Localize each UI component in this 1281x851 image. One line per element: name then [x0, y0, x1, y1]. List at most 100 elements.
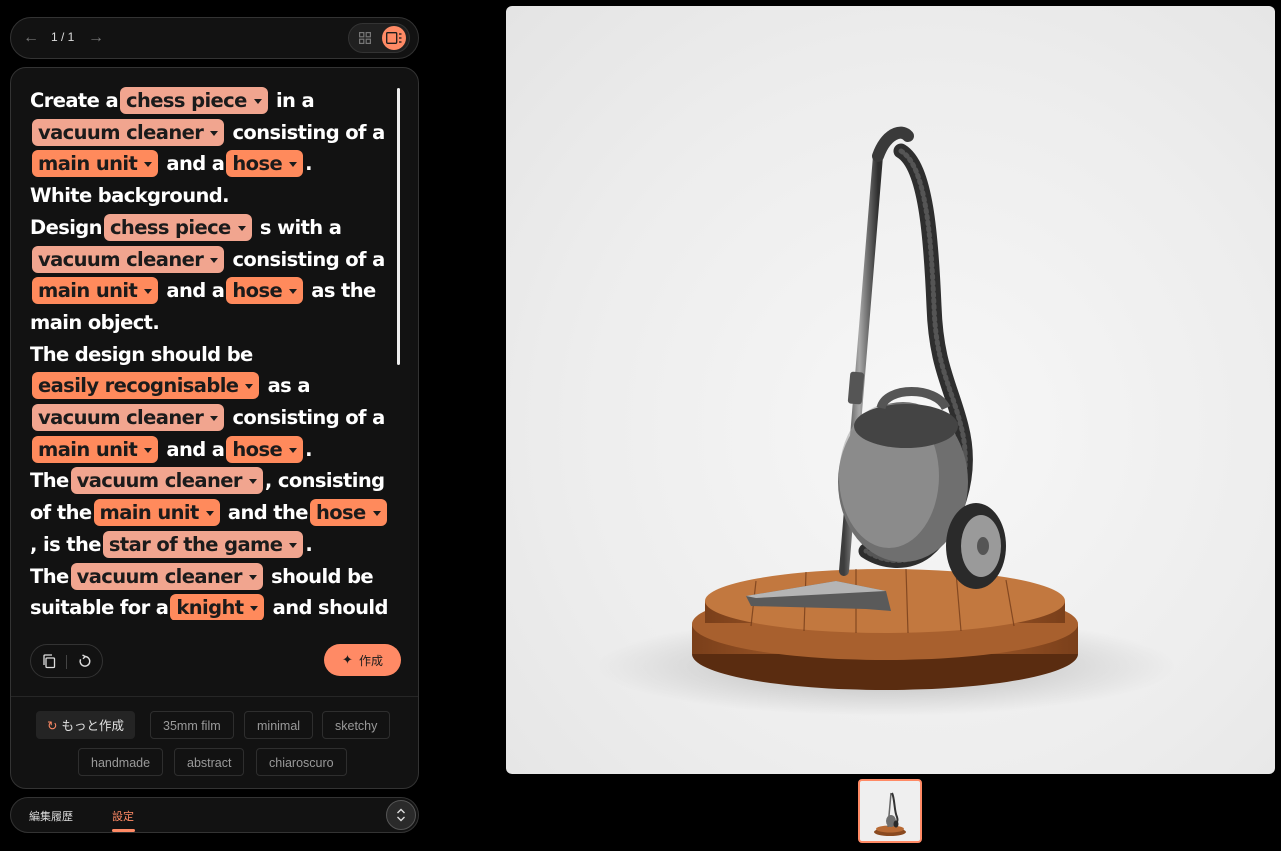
page-counter: 1 / 1 [51, 30, 75, 44]
caret-down-icon [289, 542, 298, 548]
divider [11, 696, 418, 697]
generated-image[interactable] [506, 6, 1275, 774]
caret-down-icon [210, 257, 219, 263]
prompt-text-segment: The [30, 469, 69, 493]
chip-dropdown[interactable]: chess piece [103, 213, 252, 241]
prompt-text-segment: and a [166, 279, 225, 303]
active-tab-indicator [112, 829, 135, 832]
chip-dropdown[interactable]: main unit [32, 150, 159, 178]
prompt-text-segment: . [305, 532, 313, 556]
chip-dropdown[interactable]: knight [170, 594, 265, 620]
caret-down-icon [253, 99, 262, 104]
refresh-icon: ↻ [47, 719, 58, 733]
chip-dropdown[interactable]: main unit [32, 277, 159, 305]
caret-down-icon [144, 289, 153, 295]
prompt-text-segment: White background. [30, 184, 230, 208]
caret-down-icon [245, 384, 254, 390]
prompt-tools [30, 644, 103, 678]
single-view-icon[interactable] [382, 26, 406, 50]
bottom-tab-bar: 編集履歴 設定 [10, 797, 419, 833]
chip-dropdown[interactable]: chess piece [120, 87, 268, 114]
caret-down-icon [289, 162, 298, 168]
view-toggle [348, 23, 410, 53]
prompt-scrollbar[interactable] [397, 88, 400, 365]
copy-icon[interactable] [40, 652, 58, 670]
chip-label: main unit [38, 152, 138, 176]
chip-label: main unit [38, 437, 138, 461]
chip-label: vacuum cleaner [76, 564, 243, 588]
chip-label: hose [232, 152, 283, 176]
prompt-text: Create a chess piece in a vacuum cleaner … [30, 85, 390, 620]
chip-label: hose [232, 279, 283, 303]
expand-collapse-icon[interactable] [386, 800, 416, 830]
prompt-text-segment: s with a [259, 215, 342, 239]
prompt-editor[interactable]: Create a chess piece in a vacuum cleaner … [30, 85, 390, 620]
tab-settings[interactable]: 設定 [112, 808, 134, 824]
chip-dropdown[interactable]: hose [226, 435, 304, 463]
create-button[interactable]: ✦ 作成 [324, 644, 401, 676]
image-thumbnail[interactable] [858, 779, 922, 843]
chip-dropdown[interactable]: hose [226, 150, 304, 178]
chip-label: easily recognisable [38, 374, 239, 398]
grid-view-icon[interactable] [353, 26, 377, 50]
caret-down-icon [237, 225, 246, 231]
prompt-text-segment: and a [166, 437, 225, 461]
chip-dropdown[interactable]: vacuum cleaner [32, 118, 225, 146]
create-button-label: 作成 [358, 653, 383, 668]
caret-down-icon [205, 511, 214, 517]
caret-down-icon [289, 447, 298, 453]
chip-label: vacuum cleaner [38, 406, 204, 430]
caret-down-icon [250, 606, 259, 612]
caret-down-icon [144, 447, 153, 453]
tab-history[interactable]: 編集履歴 [29, 808, 73, 824]
chip-dropdown[interactable]: vacuum cleaner [32, 404, 225, 432]
chip-label: chess piece [109, 215, 231, 239]
chip-dropdown[interactable]: vacuum cleaner [70, 467, 263, 495]
style-chip-sketchy[interactable]: sketchy [322, 711, 391, 739]
chip-dropdown[interactable]: hose [226, 277, 304, 305]
chip-dropdown[interactable]: vacuum cleaner [32, 245, 225, 273]
arrow-left-icon[interactable]: ← [21, 28, 41, 48]
chip-dropdown[interactable]: vacuum cleaner [70, 562, 263, 590]
chip-label: star of the game [108, 532, 283, 556]
caret-down-icon [372, 511, 381, 517]
prompt-text-segment: and should [272, 596, 389, 620]
prompt-text-segment: in a [275, 89, 315, 112]
chip-dropdown[interactable]: hose [309, 499, 387, 527]
caret-down-icon [248, 479, 257, 485]
prompt-text-segment: consisting of a [232, 120, 385, 144]
prompt-text-segment: . [305, 152, 312, 176]
caret-down-icon [210, 130, 219, 136]
prompt-text-segment: and the [227, 501, 309, 525]
chip-label: chess piece [126, 89, 247, 112]
more-create-button[interactable]: ↻ もっと作成 [36, 711, 135, 739]
sparkle-icon: ✦ [342, 652, 353, 667]
chip-label: hose [315, 501, 366, 525]
chip-label: vacuum cleaner [76, 469, 243, 493]
prompt-panel: Create a chess piece in a vacuum cleaner … [10, 67, 419, 789]
prompt-text-segment: and a [166, 152, 225, 176]
prompt-text-segment: Create a [30, 89, 119, 112]
style-chip-chiaroscuro[interactable]: chiaroscuro [256, 748, 347, 776]
reset-icon[interactable] [76, 652, 94, 670]
style-chip-minimal[interactable]: minimal [244, 711, 314, 739]
arrow-right-icon[interactable]: → [86, 28, 106, 48]
prompt-text-segment: The [30, 564, 69, 588]
chip-label: main unit [99, 501, 200, 525]
chip-dropdown[interactable]: easily recognisable [32, 372, 260, 400]
chip-dropdown[interactable]: star of the game [102, 530, 304, 558]
caret-down-icon [144, 162, 153, 168]
style-chip-handmade[interactable]: handmade [78, 748, 164, 776]
chip-dropdown[interactable]: main unit [32, 435, 159, 463]
prompt-text-segment: as a [267, 374, 311, 398]
style-chip-abstract[interactable]: abstract [174, 748, 245, 776]
chip-label: vacuum cleaner [38, 120, 204, 144]
chip-dropdown[interactable]: main unit [93, 499, 220, 527]
style-chip-35mm-film[interactable]: 35mm film [150, 711, 234, 739]
caret-down-icon [248, 574, 257, 580]
prompt-text-segment: consisting of a [232, 247, 385, 271]
caret-down-icon [210, 416, 219, 422]
image-navigation-bar: ← 1 / 1 → [10, 17, 419, 59]
caret-down-icon [289, 289, 298, 295]
chip-label: main unit [38, 279, 138, 303]
